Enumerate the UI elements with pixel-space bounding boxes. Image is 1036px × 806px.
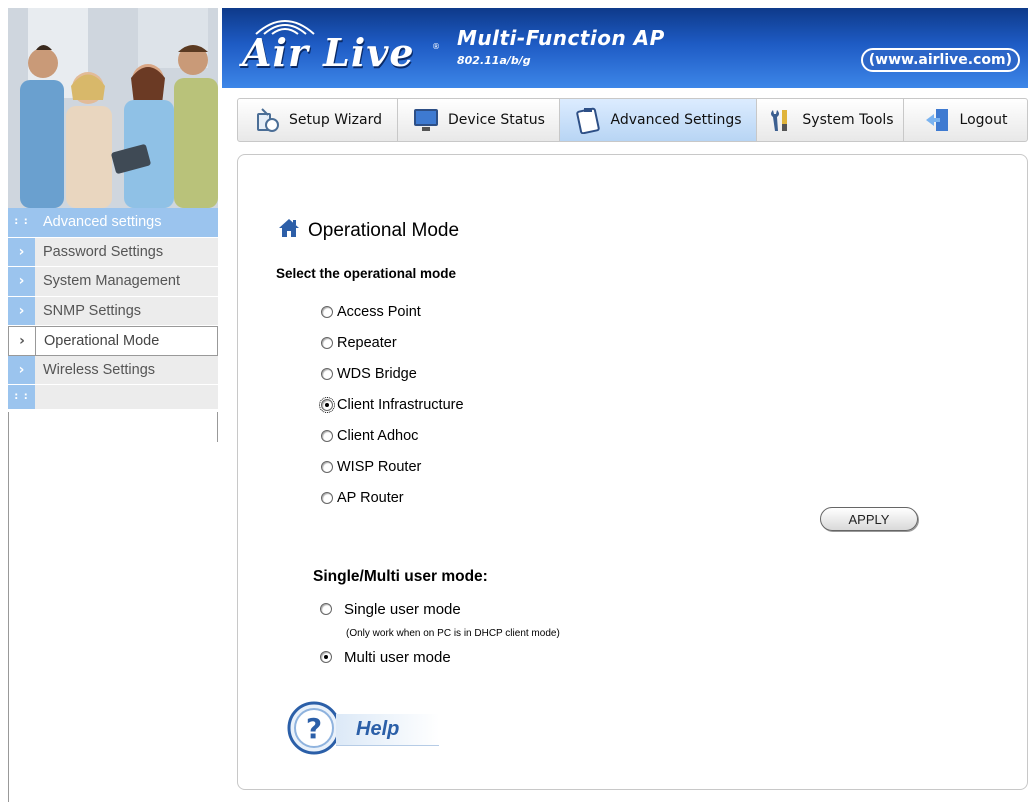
user-mode-label: Single/Multi user mode: [313, 568, 488, 585]
wizard-icon [253, 106, 281, 134]
chevron-right-icon: › [8, 267, 35, 296]
sidebar-item-password-settings[interactable]: › Password Settings [8, 237, 218, 267]
chevron-right-icon: › [9, 327, 36, 355]
registered-mark: ® [432, 42, 440, 51]
user-mode-group: Single user mode (Only work when on PC i… [320, 597, 560, 669]
sidebar-item-system-management[interactable]: › System Management [8, 267, 218, 297]
help-label: Help [336, 714, 440, 746]
nav-label: Advanced Settings [610, 112, 742, 128]
select-mode-label: Select the operational mode [276, 266, 457, 281]
question-mark-icon: ? [286, 700, 342, 760]
sidebar-item-snmp-settings[interactable]: › SNMP Settings [8, 296, 218, 326]
help-button[interactable]: ? Help [286, 700, 440, 760]
sidebar-border [8, 412, 9, 802]
nav-setup-wizard[interactable]: Setup Wizard [238, 99, 398, 141]
airlive-logo: Air Live [242, 30, 415, 75]
nav-device-status[interactable]: Device Status [398, 99, 560, 141]
apply-button[interactable]: APPLY [820, 507, 918, 531]
mode-wds-bridge[interactable]: WDS Bridge [321, 358, 464, 389]
dots-icon: : : [8, 208, 35, 237]
nav-label: Setup Wizard [289, 112, 382, 128]
logout-door-icon [924, 106, 952, 134]
header-banner: Air Live ® Multi-Function AP 802.11a/b/g… [222, 8, 1028, 88]
product-title: Multi-Function AP [457, 26, 665, 50]
top-nav: Setup Wizard Device Status Advanced Sett… [237, 98, 1028, 142]
home-icon [278, 218, 300, 244]
radio-button[interactable] [320, 651, 332, 663]
notepad-icon [574, 106, 602, 134]
radio-button[interactable] [321, 336, 333, 349]
tools-icon [766, 106, 794, 134]
nav-label: Logout [959, 112, 1008, 128]
radio-button[interactable] [321, 491, 333, 504]
monitor-icon [412, 106, 440, 134]
page-title: Operational Mode [278, 218, 459, 244]
nav-label: Device Status [448, 112, 545, 128]
operational-mode-radios: Access Point Repeater WDS Bridge Client … [319, 296, 464, 513]
radio-button[interactable] [321, 367, 333, 380]
sidebar: : : Advanced settings › Password Setting… [8, 208, 218, 410]
website-link[interactable]: (www.airlive.com) [860, 48, 1020, 72]
nav-label: System Tools [802, 112, 894, 128]
mode-repeater[interactable]: Repeater [321, 327, 464, 358]
nav-system-tools[interactable]: System Tools [757, 99, 904, 141]
chevron-right-icon: › [8, 355, 35, 384]
sidebar-footer: : : [8, 385, 218, 410]
radio-button[interactable] [319, 396, 335, 413]
radio-button[interactable] [320, 603, 332, 615]
multi-user-option[interactable]: Multi user mode [320, 645, 560, 669]
mode-access-point[interactable]: Access Point [321, 296, 464, 327]
svg-text:?: ? [306, 712, 322, 745]
sidebar-item-operational-mode[interactable]: › Operational Mode [8, 326, 218, 356]
chevron-right-icon: › [8, 296, 35, 325]
header-photo [8, 8, 218, 208]
nav-logout[interactable]: Logout [904, 99, 1027, 141]
mode-wisp-router[interactable]: WISP Router [321, 451, 464, 482]
nav-advanced-settings[interactable]: Advanced Settings [560, 99, 757, 141]
mode-client-infrastructure[interactable]: Client Infrastructure [319, 389, 464, 420]
dots-icon: : : [8, 385, 35, 409]
sidebar-header: : : Advanced settings [8, 208, 218, 238]
product-subtitle: 802.11a/b/g [457, 54, 531, 67]
mode-ap-router[interactable]: AP Router [321, 482, 464, 513]
chevron-right-icon: › [8, 237, 35, 266]
single-user-option[interactable]: Single user mode [320, 597, 560, 621]
sidebar-item-wireless-settings[interactable]: › Wireless Settings [8, 355, 218, 385]
radio-button[interactable] [321, 305, 333, 318]
mode-client-adhoc[interactable]: Client Adhoc [321, 420, 464, 451]
single-user-note: (Only work when on PC is in DHCP client … [346, 627, 560, 639]
radio-button[interactable] [321, 429, 333, 442]
sidebar-border [217, 412, 218, 442]
radio-button[interactable] [321, 460, 333, 473]
